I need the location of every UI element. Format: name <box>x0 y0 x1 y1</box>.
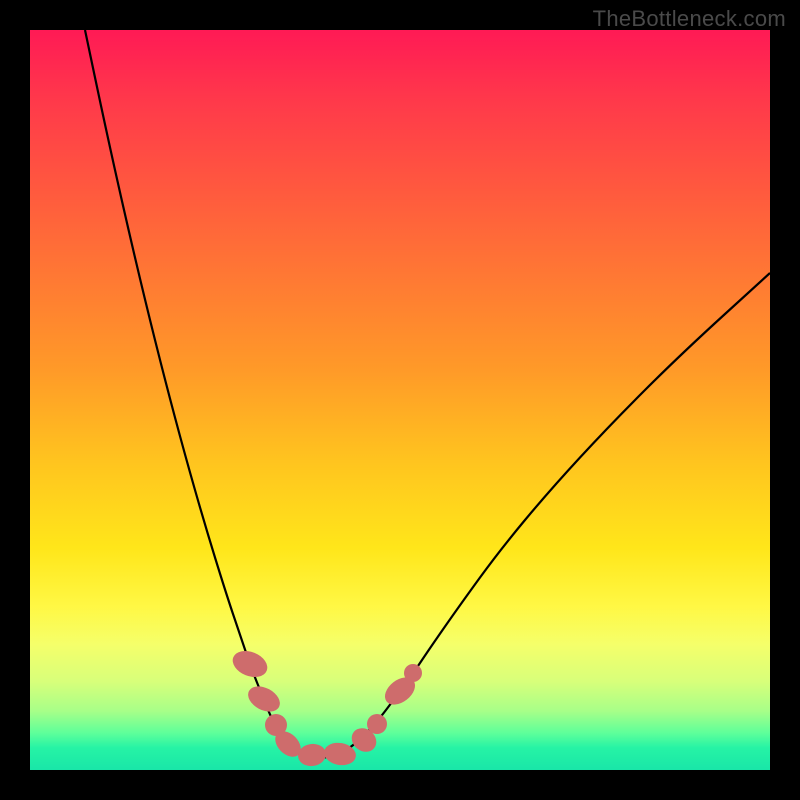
watermark-text: TheBottleneck.com <box>593 6 786 32</box>
curve-marker-dot <box>367 714 387 734</box>
curve-marker-pill <box>244 681 284 716</box>
curve-marker-pill <box>229 646 271 682</box>
marker-group <box>229 646 422 768</box>
curve-group <box>85 30 770 758</box>
plot-area <box>30 30 770 770</box>
curve-marker-dot <box>404 664 422 682</box>
chart-svg <box>30 30 770 770</box>
curve-right-branch <box>320 273 770 758</box>
curve-left-branch <box>85 30 320 758</box>
curve-marker-pill <box>297 742 328 768</box>
outer-frame: TheBottleneck.com <box>0 0 800 800</box>
